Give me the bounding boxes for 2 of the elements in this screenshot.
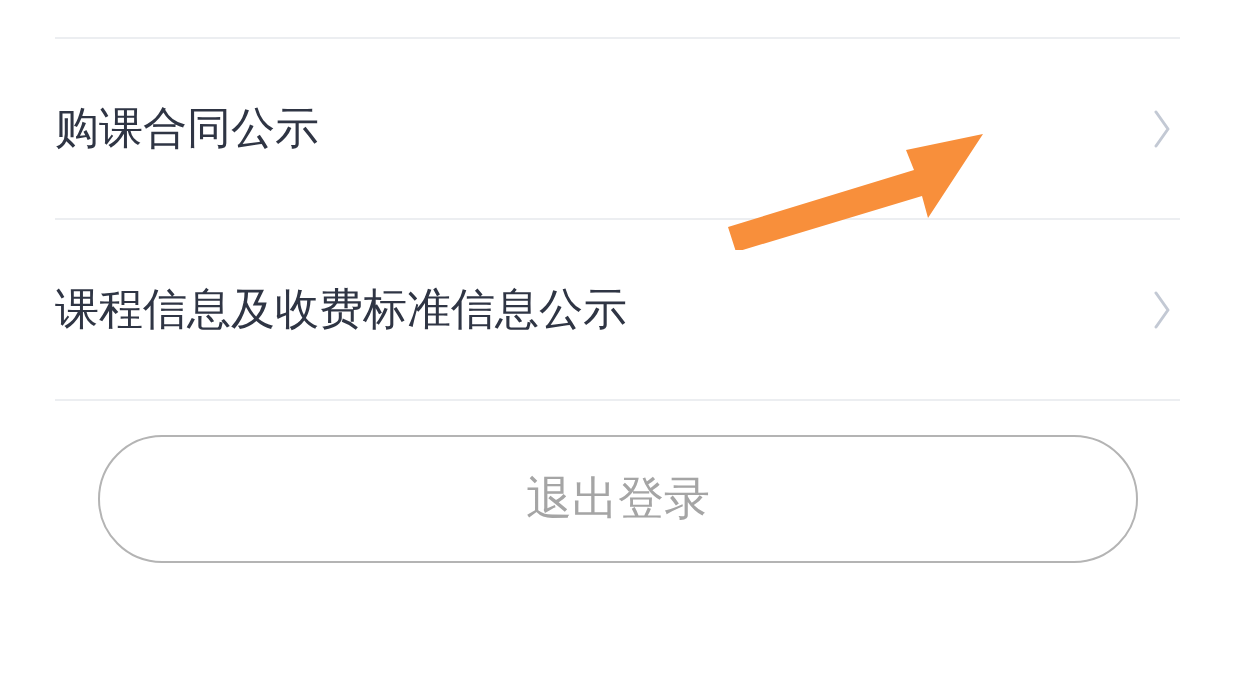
chevron-icon	[1154, 109, 1170, 148]
chevron-icon	[1154, 290, 1170, 329]
